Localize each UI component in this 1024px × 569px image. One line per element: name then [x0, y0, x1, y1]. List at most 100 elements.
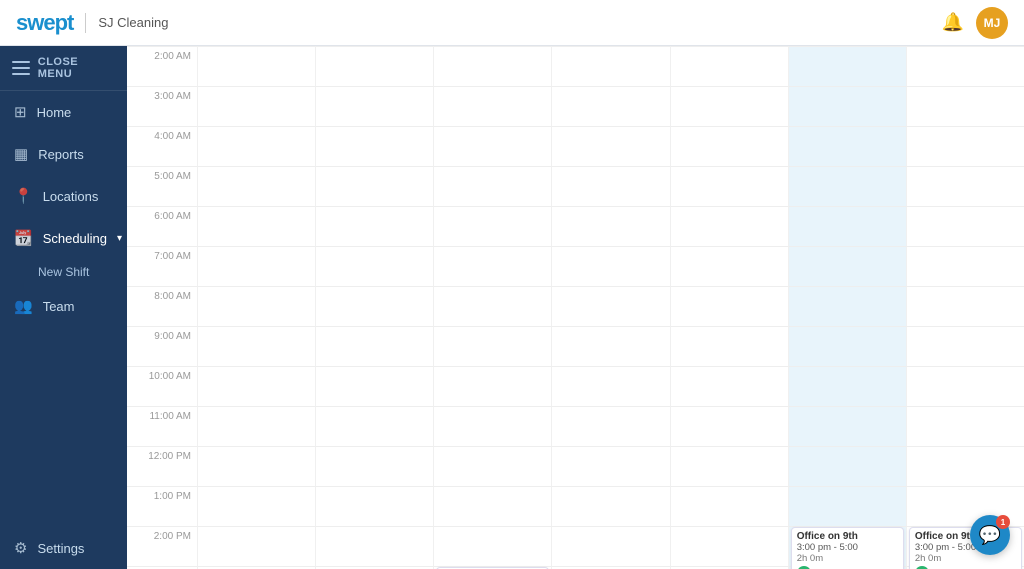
calendar-cell[interactable]	[551, 326, 669, 366]
calendar-cell[interactable]	[433, 526, 551, 566]
sidebar-item-settings[interactable]: ⚙ Settings	[0, 527, 127, 569]
calendar-cell[interactable]	[315, 166, 433, 206]
calendar-cell[interactable]	[433, 46, 551, 86]
calendar-cell[interactable]	[906, 86, 1024, 126]
calendar-cell[interactable]	[551, 286, 669, 326]
calendar-cell[interactable]	[670, 446, 788, 486]
calendar-cell[interactable]	[788, 446, 906, 486]
close-menu-button[interactable]: CLOSE MENU	[0, 46, 127, 91]
calendar-cell[interactable]	[788, 166, 906, 206]
calendar-cell[interactable]	[788, 206, 906, 246]
calendar-cell[interactable]	[906, 366, 1024, 406]
calendar-cell[interactable]	[197, 246, 315, 286]
calendar-cell[interactable]	[197, 166, 315, 206]
calendar-cell[interactable]	[433, 126, 551, 166]
sidebar-item-scheduling[interactable]: 📆 Scheduling ▾	[0, 217, 127, 259]
calendar-cell[interactable]	[551, 406, 669, 446]
calendar-cell[interactable]	[788, 86, 906, 126]
calendar-cell[interactable]	[315, 366, 433, 406]
calendar-cell[interactable]	[551, 46, 669, 86]
calendar-cell[interactable]	[433, 246, 551, 286]
calendar-cell[interactable]	[551, 86, 669, 126]
calendar-cell[interactable]	[670, 526, 788, 566]
calendar-cell[interactable]	[670, 246, 788, 286]
calendar-cell[interactable]	[315, 446, 433, 486]
calendar-cell[interactable]	[788, 326, 906, 366]
calendar-cell[interactable]	[433, 326, 551, 366]
calendar-cell[interactable]	[551, 206, 669, 246]
calendar-cell[interactable]	[433, 166, 551, 206]
calendar-cell[interactable]	[906, 126, 1024, 166]
calendar-cell[interactable]	[788, 246, 906, 286]
calendar-cell[interactable]	[906, 166, 1024, 206]
calendar-cell[interactable]	[906, 446, 1024, 486]
calendar-cell[interactable]	[433, 286, 551, 326]
calendar-cell[interactable]	[315, 46, 433, 86]
calendar-cell[interactable]	[788, 46, 906, 86]
calendar-cell[interactable]	[433, 86, 551, 126]
calendar-cell[interactable]	[670, 46, 788, 86]
calendar-cell[interactable]	[670, 86, 788, 126]
calendar-cell[interactable]	[197, 206, 315, 246]
calendar-cell[interactable]	[315, 206, 433, 246]
calendar-cell[interactable]	[788, 486, 906, 526]
calendar-cell[interactable]	[670, 166, 788, 206]
sidebar-item-home[interactable]: ⊞ Home	[0, 91, 127, 133]
calendar-cell[interactable]	[788, 286, 906, 326]
calendar-cell[interactable]	[315, 486, 433, 526]
calendar-cell[interactable]	[315, 286, 433, 326]
calendar-cell[interactable]	[670, 126, 788, 166]
calendar-cell[interactable]: Office on 9th 3:00 pm - 5:00 2h 0m J Jay	[788, 526, 906, 566]
calendar-cell[interactable]	[551, 526, 669, 566]
event-card[interactable]: Office on 9th 3:00 pm - 5:00 2h 0m J Jay	[791, 527, 904, 569]
sidebar-item-locations[interactable]: 📍 Locations	[0, 175, 127, 217]
calendar-cell[interactable]	[551, 366, 669, 406]
calendar-cell[interactable]	[551, 446, 669, 486]
bell-icon[interactable]: 🔔	[942, 12, 964, 33]
calendar-cell[interactable]	[197, 526, 315, 566]
calendar-cell[interactable]	[551, 126, 669, 166]
calendar-cell[interactable]	[433, 486, 551, 526]
calendar-cell[interactable]	[315, 126, 433, 166]
calendar-cell[interactable]	[788, 366, 906, 406]
calendar-cell[interactable]	[197, 446, 315, 486]
calendar-cell[interactable]	[315, 406, 433, 446]
calendar-cell[interactable]	[670, 406, 788, 446]
calendar-cell[interactable]	[906, 406, 1024, 446]
calendar-cell[interactable]	[788, 126, 906, 166]
calendar-cell[interactable]	[197, 46, 315, 86]
avatar[interactable]: MJ	[976, 7, 1008, 39]
calendar-cell[interactable]	[315, 526, 433, 566]
calendar-cell[interactable]	[315, 86, 433, 126]
calendar-cell[interactable]	[433, 366, 551, 406]
calendar-cell[interactable]	[197, 286, 315, 326]
sidebar-item-new-shift[interactable]: New Shift	[0, 259, 127, 285]
calendar-cell[interactable]	[433, 446, 551, 486]
calendar-cell[interactable]	[670, 206, 788, 246]
calendar-cell[interactable]	[906, 286, 1024, 326]
calendar-cell[interactable]	[670, 366, 788, 406]
calendar-cell[interactable]	[906, 326, 1024, 366]
calendar-cell[interactable]	[670, 486, 788, 526]
calendar-cell[interactable]	[906, 46, 1024, 86]
calendar-cell[interactable]	[433, 406, 551, 446]
calendar-cell[interactable]	[315, 326, 433, 366]
calendar-cell[interactable]	[197, 126, 315, 166]
chat-bubble-button[interactable]: 💬 1	[970, 515, 1010, 555]
calendar-cell[interactable]	[551, 246, 669, 286]
calendar-cell[interactable]	[551, 166, 669, 206]
calendar-cell[interactable]	[670, 326, 788, 366]
calendar-cell[interactable]	[433, 206, 551, 246]
calendar-cell[interactable]	[788, 406, 906, 446]
calendar-cell[interactable]	[197, 406, 315, 446]
calendar-cell[interactable]	[197, 326, 315, 366]
calendar-cell[interactable]	[197, 486, 315, 526]
calendar-cell[interactable]	[906, 206, 1024, 246]
sidebar-item-team[interactable]: 👥 Team	[0, 285, 127, 327]
calendar-cell[interactable]	[315, 246, 433, 286]
calendar-cell[interactable]	[670, 286, 788, 326]
calendar-cell[interactable]	[551, 486, 669, 526]
calendar-cell[interactable]	[197, 366, 315, 406]
sidebar-item-reports[interactable]: ▦ Reports	[0, 133, 127, 175]
calendar-cell[interactable]	[906, 246, 1024, 286]
